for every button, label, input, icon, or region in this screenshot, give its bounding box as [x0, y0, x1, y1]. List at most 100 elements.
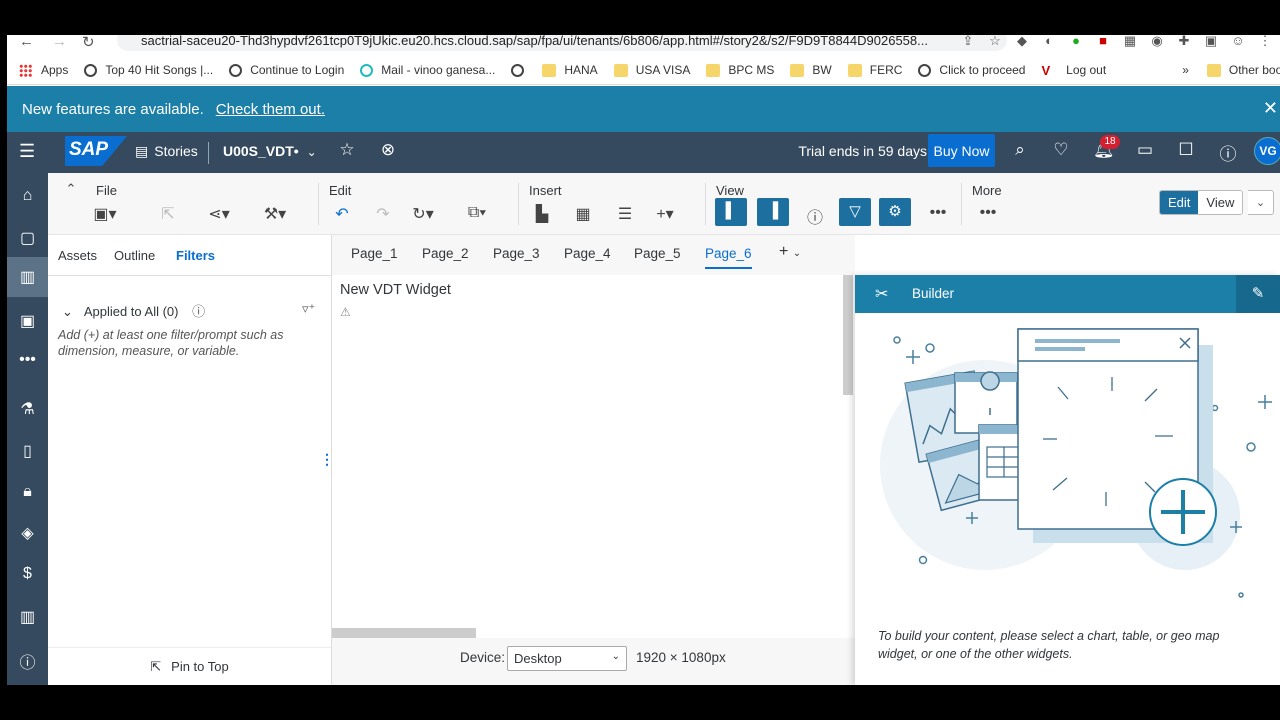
bookmark-globe[interactable] — [511, 63, 532, 77]
builder-icon[interactable]: ⚙ — [879, 198, 911, 226]
favorite-star-icon[interactable]: ☆ — [337, 140, 357, 160]
add-page-icon[interactable]: + ⌄ — [779, 243, 801, 261]
more-bookmarks-button[interactable]: » — [1182, 63, 1189, 77]
right-panel-toggle-icon[interactable]: ▐ — [757, 198, 789, 226]
search-icon[interactable]: ⌕ — [1010, 140, 1030, 160]
home-icon[interactable]: ⌂ — [7, 187, 48, 205]
applied-to-all-header[interactable]: ⌄ Applied to All (0) ⓘ — [62, 301, 205, 320]
bookmark-logout[interactable]: V Log out — [1041, 63, 1106, 78]
bookmark-mail[interactable]: Mail - vinoo ganesa... — [360, 63, 495, 77]
tab-page-6[interactable]: Page_6 — [705, 246, 752, 269]
collapse-toolbar-icon[interactable]: ⌃ — [58, 181, 84, 197]
export-icon[interactable]: ⇱ — [155, 204, 181, 224]
hamburger-menu-icon[interactable]: ☰ — [19, 141, 37, 162]
save-icon[interactable]: ▣▾ — [92, 204, 118, 224]
chart-icon[interactable]: ▙ — [529, 204, 555, 224]
designer-toggle-icon[interactable]: ✎ — [1236, 275, 1280, 313]
refresh-icon[interactable]: ↻▾ — [410, 204, 436, 224]
tab-filters[interactable]: Filters — [176, 248, 215, 263]
extension-icon[interactable]: ◐ — [1042, 35, 1056, 49]
sap-logo[interactable]: SAP — [65, 136, 127, 166]
bookmark-apps[interactable]: Apps — [19, 63, 68, 77]
story-canvas[interactable]: New VDT Widget ⚠ — [332, 275, 855, 638]
more-view-icon[interactable]: ••• — [925, 204, 951, 222]
filter-icon[interactable]: ▽ — [839, 198, 871, 226]
tab-page-5[interactable]: Page_5 — [634, 246, 681, 261]
bookmark-bw[interactable]: BW — [790, 63, 832, 77]
bookmark-login[interactable]: Continue to Login — [229, 63, 344, 77]
add-filter-icon[interactable]: ▿⁺ — [302, 301, 315, 317]
files-icon[interactable]: ▢ — [7, 228, 48, 248]
library-icon[interactable]: ▥ — [7, 607, 48, 627]
menu-dots-icon[interactable]: ⋮ — [1258, 35, 1272, 49]
tab-page-1[interactable]: Page_1 — [351, 246, 398, 261]
extension-icon[interactable]: ■ — [1096, 35, 1110, 49]
add-icon[interactable]: +▾ — [652, 204, 678, 224]
extension-icon[interactable]: ▦ — [1123, 35, 1137, 49]
stories-link[interactable]: ▤ Stories — [135, 143, 198, 160]
left-panel-toggle-icon[interactable]: ▌ — [715, 198, 747, 226]
share-icon[interactable]: ⋖▾ — [206, 204, 232, 224]
device-select[interactable]: Desktop ⌄ — [507, 646, 627, 671]
tab-page-2[interactable]: Page_2 — [422, 246, 469, 261]
user-avatar[interactable]: VG — [1254, 137, 1280, 165]
analytic-app-icon[interactable]: ▣ — [7, 311, 48, 331]
address-bar[interactable]: sactrial-saceu20-Thd3hypdvf261tcp0T9jUki… — [117, 35, 1007, 51]
more-icon[interactable]: ••• — [7, 351, 48, 369]
info-icon[interactable]: ⓘ — [7, 649, 48, 673]
tools-icon[interactable]: ⚒▾ — [262, 204, 288, 224]
bookmark-other[interactable]: Other bookmark — [1206, 63, 1280, 77]
extension-icon[interactable]: ◆ — [1015, 35, 1029, 49]
forward-icon[interactable]: → — [52, 35, 67, 50]
input-control-icon[interactable]: ☰ — [612, 204, 638, 224]
planning-icon[interactable]: $ — [7, 565, 48, 583]
profile-icon[interactable]: ☺ — [1231, 35, 1245, 49]
star-icon[interactable]: ☆ — [988, 35, 1002, 49]
edit-mode-button[interactable]: Edit — [1160, 191, 1199, 214]
share-icon[interactable]: ⇪ — [961, 35, 975, 49]
back-icon[interactable]: ← — [19, 35, 34, 50]
bookmark-click-proceed[interactable]: Click to proceed — [918, 63, 1025, 77]
pin-to-top-button[interactable]: ⇱ Pin to Top — [48, 647, 331, 685]
view-mode-button[interactable]: View — [1198, 191, 1243, 214]
close-story-icon[interactable]: ⊗ — [378, 140, 398, 160]
story-title[interactable]: U00S_VDT• ⌄ — [223, 143, 317, 159]
tab-page-3[interactable]: Page_3 — [493, 246, 540, 261]
catalog-icon[interactable]: ▯ — [7, 441, 48, 461]
stories-nav-icon[interactable]: ▥ — [7, 257, 48, 297]
table-icon[interactable]: ▦ — [570, 204, 596, 224]
tab-icon[interactable]: ▣ — [1204, 35, 1218, 49]
vertical-scrollbar[interactable] — [843, 275, 853, 395]
close-icon[interactable]: ✕ — [1263, 98, 1278, 119]
info-icon[interactable]: ⓘ — [192, 304, 205, 319]
feedback-icon[interactable]: ☐ — [1176, 140, 1196, 160]
mode-dropdown-icon[interactable]: ⌄ — [1248, 190, 1274, 215]
puzzle-icon[interactable]: ✚ — [1177, 35, 1191, 49]
bookmark-hana[interactable]: HANA — [542, 63, 598, 77]
deployment-icon[interactable]: ◈ — [7, 523, 48, 543]
undo-icon[interactable]: ↶ — [329, 204, 355, 224]
more-icon[interactable]: ••• — [975, 204, 1001, 222]
buy-now-button[interactable]: Buy Now — [928, 134, 995, 167]
tab-page-4[interactable]: Page_4 — [564, 246, 611, 261]
bookmark-ferc[interactable]: FERC — [847, 63, 902, 77]
horizontal-scrollbar[interactable] — [332, 628, 476, 638]
widget-title[interactable]: New VDT Widget — [340, 282, 451, 298]
tab-assets[interactable]: Assets — [58, 248, 97, 263]
help-icon[interactable]: ⓘ — [1218, 140, 1238, 165]
copy-icon[interactable]: ⧉▾ — [464, 204, 490, 222]
security-icon[interactable]: 🔒︎ — [7, 483, 48, 501]
reload-icon[interactable]: ↻ — [82, 35, 95, 51]
discussions-icon[interactable]: ▭ — [1135, 140, 1155, 160]
modeler-icon[interactable]: ⚗ — [7, 399, 48, 419]
bookmark-top40[interactable]: Top 40 Hit Songs |... — [84, 63, 213, 77]
tab-outline[interactable]: Outline — [114, 248, 155, 263]
extension-icon[interactable]: ◉ — [1150, 35, 1164, 49]
redo-icon[interactable]: ↷ — [370, 204, 396, 224]
bookmark-usa-visa[interactable]: USA VISA — [613, 63, 690, 77]
info-icon[interactable]: ⓘ — [802, 204, 828, 228]
extension-icon[interactable]: ● — [1069, 35, 1083, 49]
lightbulb-icon[interactable]: ♡ — [1051, 140, 1071, 160]
bookmark-bpc-ms[interactable]: BPC MS — [706, 63, 774, 77]
check-them-out-link[interactable]: Check them out. — [216, 101, 325, 118]
